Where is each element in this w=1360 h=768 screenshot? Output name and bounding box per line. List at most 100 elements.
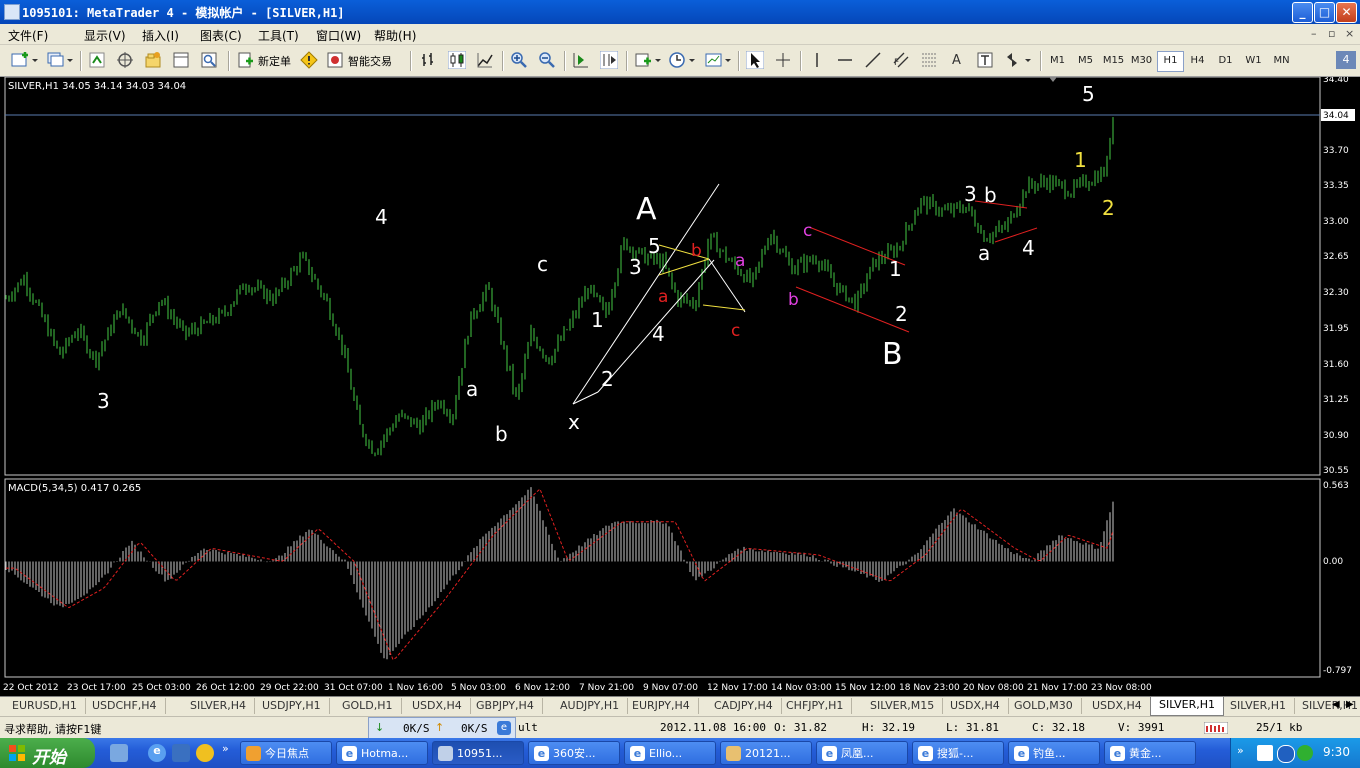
crosshair-icon[interactable] [774, 51, 792, 69]
wave-labels[interactable]: 3 4 a b c x 1 2 3 4 5 A a b c a b c B 1 … [97, 82, 1115, 446]
terminal-icon[interactable] [172, 51, 190, 69]
vertical-line-icon[interactable] [808, 51, 826, 69]
mdi-restore-button[interactable]: ▫ [1328, 27, 1335, 40]
tab-scroll-right-icon[interactable]: ▶ [1346, 699, 1354, 710]
chart-tab[interactable]: SILVER,H1 [1222, 698, 1296, 714]
zoom-in-icon[interactable] [510, 51, 528, 69]
arrows-icon[interactable] [1004, 51, 1032, 69]
wave-label[interactable]: 4 [375, 205, 388, 229]
ie-quicklaunch-icon[interactable]: e [148, 744, 166, 762]
wave-label[interactable]: 3 [964, 182, 977, 206]
taskbar-item[interactable]: e 黄金... [1104, 741, 1196, 765]
wave-label[interactable]: c [537, 252, 548, 276]
wave-label[interactable]: 2 [601, 367, 614, 391]
menu-help[interactable]: 帮助(H) [374, 27, 416, 44]
chart-tab[interactable]: GBPJPY,H4 [468, 698, 543, 714]
new-order-icon[interactable] [236, 51, 254, 69]
menu-window[interactable]: 窗口(W) [316, 27, 361, 44]
chart-tab[interactable]: SILVER,H4 [182, 698, 256, 714]
maximize-button[interactable]: □ [1314, 2, 1335, 23]
menu-file[interactable]: 文件(F) [8, 27, 48, 44]
timeframe-h1-button[interactable]: H1 [1157, 51, 1184, 72]
menu-view[interactable]: 显示(V) [84, 27, 126, 44]
network-tray-icon[interactable] [1257, 745, 1273, 761]
wave-label[interactable]: 5 [1082, 82, 1095, 106]
menu-insert[interactable]: 插入(I) [142, 27, 179, 44]
new-chart-icon[interactable] [10, 51, 38, 69]
wave-label[interactable]: b [984, 183, 997, 207]
bar-chart-icon[interactable] [420, 51, 438, 69]
wave-label[interactable]: c [803, 221, 812, 241]
chart-tab[interactable]: GOLD,M30 [1006, 698, 1082, 714]
menu-tools[interactable]: 工具(T) [258, 27, 299, 44]
chart-window[interactable]: 3 4 a b c x 1 2 3 4 5 A a b c a b c B 1 … [3, 75, 1357, 695]
text-tool-icon[interactable]: A [952, 53, 970, 71]
tray-expand-icon[interactable]: » [1237, 744, 1244, 757]
toolbar-overflow-badge[interactable]: 4 [1336, 51, 1356, 69]
taskbar-item[interactable]: e Hotma... [336, 741, 428, 765]
fibonacci-icon[interactable] [920, 51, 938, 69]
show-desktop-icon[interactable] [110, 744, 128, 762]
text-label-icon[interactable] [976, 51, 994, 69]
expert-advisors-icon[interactable] [326, 51, 346, 69]
taskbar-item-active[interactable]: 10951... [432, 741, 524, 765]
wave-label[interactable]: 1 [591, 308, 604, 332]
quicklaunch-icon[interactable] [172, 744, 190, 762]
auto-scroll-icon[interactable] [572, 51, 590, 69]
templates-icon[interactable] [704, 51, 732, 69]
chart-tab[interactable]: CHFJPY,H1 [778, 698, 853, 714]
horizontal-line-icon[interactable] [836, 51, 854, 69]
taskbar-item[interactable]: e Ellio... [624, 741, 716, 765]
chart-tab[interactable]: USDX,H4 [942, 698, 1009, 714]
price-chart[interactable]: 3 4 a b c x 1 2 3 4 5 A a b c a b c B 1 … [3, 75, 1357, 695]
chart-tab[interactable]: USDJPY,H1 [254, 698, 330, 714]
new-order-label[interactable]: 新定单 [258, 53, 291, 73]
taskbar-item[interactable]: e 凤凰... [816, 741, 908, 765]
triangle-b-upper[interactable] [974, 200, 1028, 209]
chart-tab[interactable]: USDX,H4 [404, 698, 471, 714]
wave-label[interactable]: x [568, 410, 580, 434]
wave-label[interactable]: b [495, 422, 508, 446]
chart-tab[interactable]: CADJPY,H4 [706, 698, 782, 714]
timeframe-m30-button[interactable]: M30 [1129, 51, 1154, 70]
strategy-tester-icon[interactable] [200, 51, 218, 69]
wave-label[interactable]: 4 [1022, 236, 1035, 260]
wave-label[interactable]: 2 [895, 302, 908, 326]
navigator-icon[interactable] [144, 51, 162, 69]
tab-scroll-left-icon[interactable]: ◀ [1332, 699, 1340, 710]
timeframe-m1-button[interactable]: M1 [1045, 51, 1070, 70]
taskbar-item[interactable]: e 钓鱼... [1008, 741, 1100, 765]
timeframe-h4-button[interactable]: H4 [1185, 51, 1210, 70]
wave-label[interactable]: 1 [1074, 148, 1087, 172]
quicklaunch-icon[interactable] [196, 744, 214, 762]
mdi-close-button[interactable]: × [1345, 27, 1354, 40]
taskbar-item[interactable]: 20121... [720, 741, 812, 765]
taskbar-item[interactable]: e 搜狐-... [912, 741, 1004, 765]
chart-shift-marker[interactable] [1049, 77, 1057, 82]
menu-charts[interactable]: 图表(C) [200, 27, 242, 44]
chart-tab[interactable]: EURUSD,H1 [4, 698, 86, 714]
wave-label[interactable]: 4 [652, 322, 665, 346]
cursor-icon[interactable] [746, 51, 764, 69]
quicklaunch-more-icon[interactable]: » [222, 742, 229, 755]
wave-label-B[interactable]: B [882, 337, 903, 372]
wave-label[interactable]: a [978, 241, 990, 265]
timeframe-mn-button[interactable]: MN [1269, 51, 1294, 70]
wave-label[interactable]: c [731, 321, 740, 341]
timeframe-d1-button[interactable]: D1 [1213, 51, 1238, 70]
chart-tab[interactable]: GOLD,H1 [334, 698, 402, 714]
metaeditor-icon[interactable] [300, 51, 318, 69]
chart-tab[interactable]: AUDJPY,H1 [552, 698, 629, 714]
trendline-icon[interactable] [864, 51, 882, 69]
app-icon[interactable] [4, 4, 20, 20]
taskbar-item[interactable]: e 360安... [528, 741, 620, 765]
start-button[interactable]: 开始 [0, 738, 95, 768]
market-watch-icon[interactable] [88, 51, 106, 69]
indicators-icon[interactable] [634, 51, 662, 69]
wave-label-A[interactable]: A [636, 192, 657, 227]
browser-icon[interactable]: e [497, 721, 511, 735]
expert-advisors-label[interactable]: 智能交易 [348, 53, 392, 73]
timeframe-w1-button[interactable]: W1 [1241, 51, 1266, 70]
wave-label[interactable]: 1 [889, 257, 902, 281]
chart-tab[interactable]: EURJPY,H4 [624, 698, 699, 714]
